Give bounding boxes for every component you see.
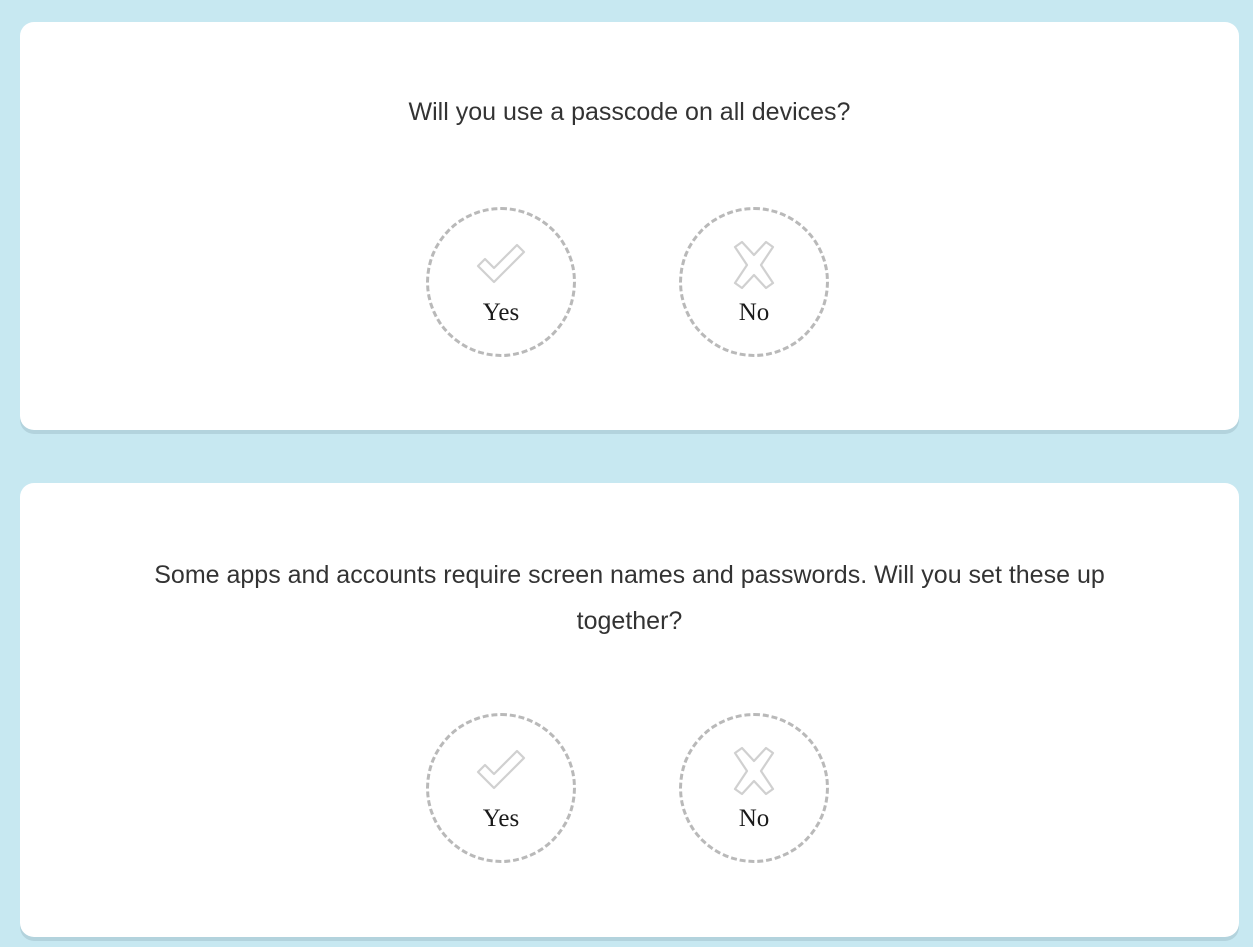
question-card-passcode: Will you use a passcode on all devices? … [20, 22, 1239, 430]
check-icon [474, 746, 528, 796]
question-card-screen-names: Some apps and accounts require screen na… [20, 483, 1239, 937]
question-text: Will you use a passcode on all devices? [408, 98, 851, 126]
yes-button[interactable]: Yes [426, 207, 576, 357]
check-icon [474, 240, 528, 290]
x-icon [727, 240, 781, 290]
question-text: Some apps and accounts require screen na… [154, 561, 1105, 635]
yes-label: Yes [482, 299, 520, 326]
answer-options: Yes No [20, 713, 1239, 869]
yes-button[interactable]: Yes [426, 713, 576, 863]
no-label: No [738, 805, 770, 832]
yes-label: Yes [482, 805, 520, 832]
answer-options: Yes No [20, 207, 1239, 363]
no-button[interactable]: No [679, 713, 829, 863]
x-icon [727, 746, 781, 796]
no-label: No [738, 299, 770, 326]
no-button[interactable]: No [679, 207, 829, 357]
